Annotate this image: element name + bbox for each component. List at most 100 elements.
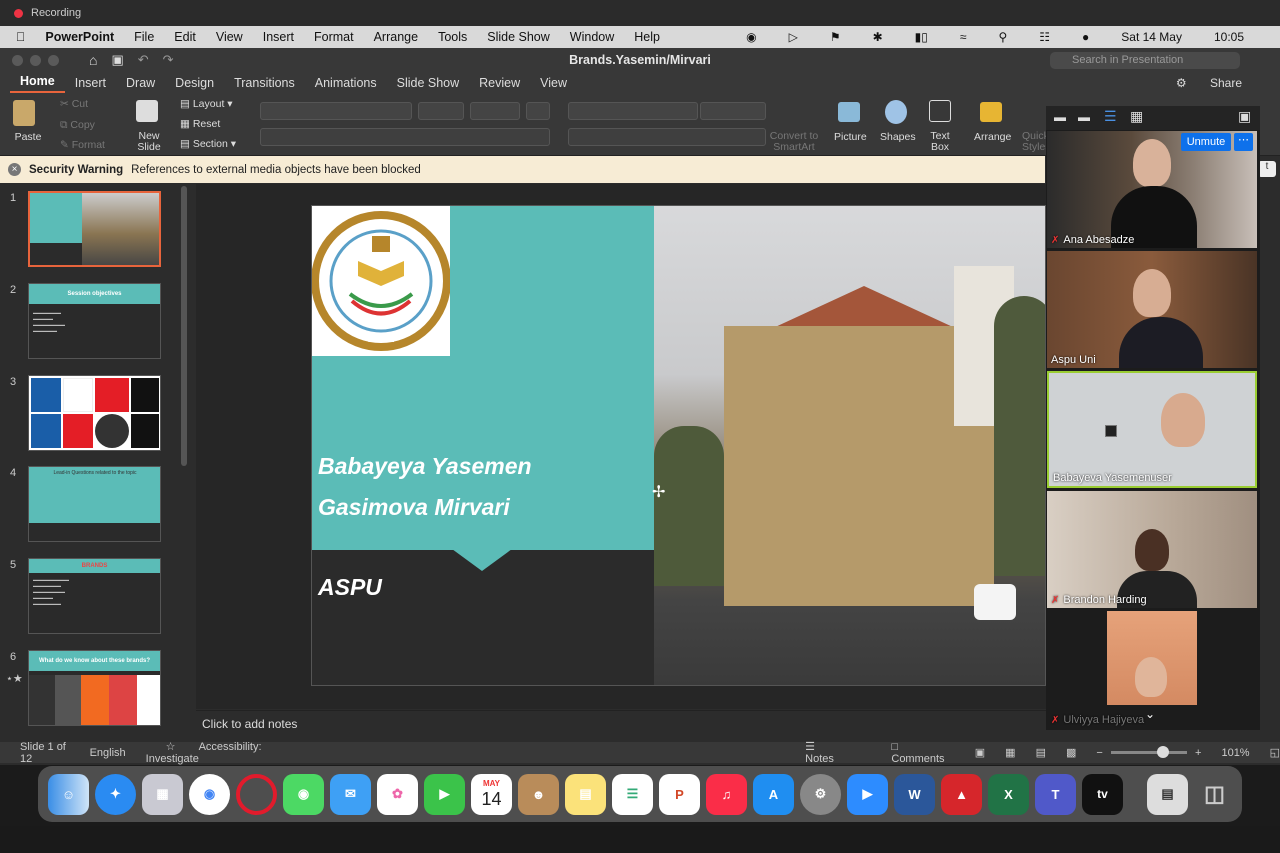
tab-slide-show[interactable]: Slide Show (387, 76, 470, 90)
clear-formatting-button[interactable] (526, 102, 550, 120)
teams-icon[interactable]: T (1035, 773, 1076, 815)
menu-edit[interactable]: Edit (174, 30, 196, 44)
bluetooth-icon[interactable]: ✱ (873, 30, 883, 44)
system-preferences-icon[interactable]: ⚙ (800, 773, 841, 815)
strip-view-icon[interactable]: ☰ (1104, 108, 1117, 125)
menu-arrange[interactable]: Arrange (374, 30, 418, 44)
copy-button[interactable]: ⧉ Copy (60, 119, 95, 132)
zoom-in-icon[interactable]: + (1195, 747, 1201, 759)
language-indicator[interactable]: English (90, 747, 126, 759)
more-options-icon[interactable]: ⋯ (1234, 133, 1253, 151)
slide-sorter-icon[interactable]: ▦ (1005, 746, 1015, 759)
siri-icon[interactable]: ● (1082, 30, 1089, 44)
zoom-out-icon[interactable]: − (1096, 747, 1102, 759)
accessibility-button[interactable]: ☆ Accessibility: Investigate (146, 740, 286, 765)
music-icon[interactable]: ♫ (706, 773, 747, 815)
powerpoint-icon[interactable]: P (659, 773, 700, 815)
tab-draw[interactable]: Draw (116, 76, 165, 90)
tab-transitions[interactable]: Transitions (224, 76, 305, 90)
exit-fullscreen-icon[interactable]: ▣ (1238, 108, 1251, 125)
tab-design[interactable]: Design (165, 76, 224, 90)
menubar-time[interactable]: 10:05 (1214, 30, 1244, 44)
chrome-icon[interactable]: ◉ (189, 773, 230, 815)
new-slide-button[interactable]: New Slide (130, 131, 168, 153)
search-input[interactable]: Search in Presentation (1050, 52, 1240, 69)
close-icon[interactable]: × (8, 163, 21, 176)
menu-help[interactable]: Help (634, 30, 660, 44)
text-box-button[interactable]: Text Box (924, 131, 956, 153)
menu-view[interactable]: View (216, 30, 243, 44)
speaker-view-icon[interactable]: ▬ (1078, 110, 1090, 124)
arrange-button[interactable]: Arrange (974, 131, 1011, 143)
launchpad-icon[interactable]: ▦ (142, 773, 183, 815)
reminders-icon[interactable]: ☰ (612, 773, 653, 815)
comments-toggle[interactable]: □ Comments (871, 741, 954, 765)
zoom-icon[interactable]: ▶ (847, 773, 888, 815)
menu-file[interactable]: File (134, 30, 154, 44)
layout-button[interactable]: ▤ Layout ▾ (180, 98, 233, 110)
slide-thumbnail-4[interactable]: Lead-in Questions related to the topic (28, 466, 161, 542)
apple-tv-icon[interactable]: tv (1082, 773, 1123, 815)
university-logo[interactable]: 1921 (312, 206, 451, 356)
slideshow-view-icon[interactable]: ▩ (1066, 746, 1076, 759)
mail-icon[interactable]: ✉ (330, 773, 371, 815)
downloads-folder-icon[interactable]: ▤ (1147, 773, 1188, 815)
quick-styles-button[interactable]: Quick Styles (1022, 131, 1046, 153)
calendar-icon[interactable]: MAY 14 (471, 773, 512, 815)
slide-thumbnail-1[interactable] (28, 191, 161, 267)
cut-button[interactable]: ✂ Cut (60, 98, 88, 110)
excel-icon[interactable]: X (988, 773, 1029, 815)
control-center-icon[interactable]: ☷ (1039, 30, 1050, 44)
contacts-icon[interactable]: ☻ (518, 773, 559, 815)
tab-review[interactable]: Review (469, 76, 530, 90)
flag-icon[interactable]: ⚑ (830, 30, 841, 44)
spotlight-icon[interactable]: ⚲ (998, 30, 1007, 44)
tab-home[interactable]: Home (10, 74, 65, 93)
convert-smartart-button[interactable]: Convert to SmartArt (766, 131, 822, 153)
menu-window[interactable]: Window (570, 30, 614, 44)
photos-icon[interactable]: ✿ (377, 773, 418, 815)
apple-icon[interactable]:  (16, 30, 25, 44)
slide-thumbnail-6[interactable]: What do we know about these brands? (28, 650, 161, 726)
paste-icon[interactable] (13, 100, 35, 126)
enable-content-button[interactable]: t (1258, 161, 1276, 177)
participant-tile-2[interactable]: Aspu Uni (1047, 251, 1257, 368)
menubar-date[interactable]: Sat 14 May (1121, 30, 1182, 44)
finder-icon[interactable]: ☺ (48, 773, 89, 815)
font-grow-shrink[interactable] (470, 102, 520, 120)
paste-button[interactable]: Paste (10, 131, 46, 143)
app-store-icon[interactable]: A (753, 773, 794, 815)
alignment-controls[interactable] (568, 128, 766, 146)
safari-icon[interactable]: ✦ (95, 773, 136, 815)
slide-thumbnail-3[interactable] (28, 375, 161, 451)
participant-tile-5[interactable]: ✗ Ulviyya Hajiyeva ⌄ (1047, 611, 1257, 728)
menu-slide-show[interactable]: Slide Show (487, 30, 550, 44)
creative-cloud-icon[interactable]: ◉ (746, 30, 756, 44)
font-name-select[interactable] (260, 102, 412, 120)
zoom-slider-thumb[interactable] (1156, 746, 1169, 758)
slide-organization[interactable]: ASPU (318, 574, 382, 601)
word-icon[interactable]: W (894, 773, 935, 815)
battery-icon[interactable]: ▮▯ (915, 30, 928, 44)
tab-insert[interactable]: Insert (65, 76, 116, 90)
share-button[interactable]: ⚙ Share (1156, 76, 1262, 90)
fit-slide-icon[interactable]: ◱ (1270, 746, 1280, 759)
current-slide[interactable]: 1921 Babayeya Yasemen Gasimova Mirvari A… (311, 205, 1046, 686)
participant-tile-3-active[interactable]: Babayeva Yasemenuser (1047, 371, 1257, 488)
new-slide-icon[interactable] (136, 100, 158, 122)
format-painter-button[interactable]: ✎ Format (60, 139, 105, 151)
minimize-icon[interactable]: ▬ (1054, 110, 1066, 124)
zoom-level[interactable]: 101% (1221, 747, 1249, 759)
wifi-icon[interactable]: ≈ (960, 30, 967, 44)
participant-tile-4[interactable]: ✗ Brandon Harding (1047, 491, 1257, 608)
gallery-view-icon[interactable]: ▦ (1130, 108, 1143, 125)
app-menu[interactable]: PowerPoint (45, 30, 114, 44)
chevron-down-icon[interactable]: ⌄ (1145, 707, 1155, 721)
menu-format[interactable]: Format (314, 30, 354, 44)
picture-button[interactable]: Picture (834, 131, 867, 143)
menu-insert[interactable]: Insert (263, 30, 294, 44)
shapes-icon[interactable] (885, 100, 907, 124)
messages-icon[interactable]: ◉ (283, 773, 324, 815)
notes-pane[interactable]: Click to add notes (196, 710, 1046, 741)
tab-animations[interactable]: Animations (305, 76, 387, 90)
